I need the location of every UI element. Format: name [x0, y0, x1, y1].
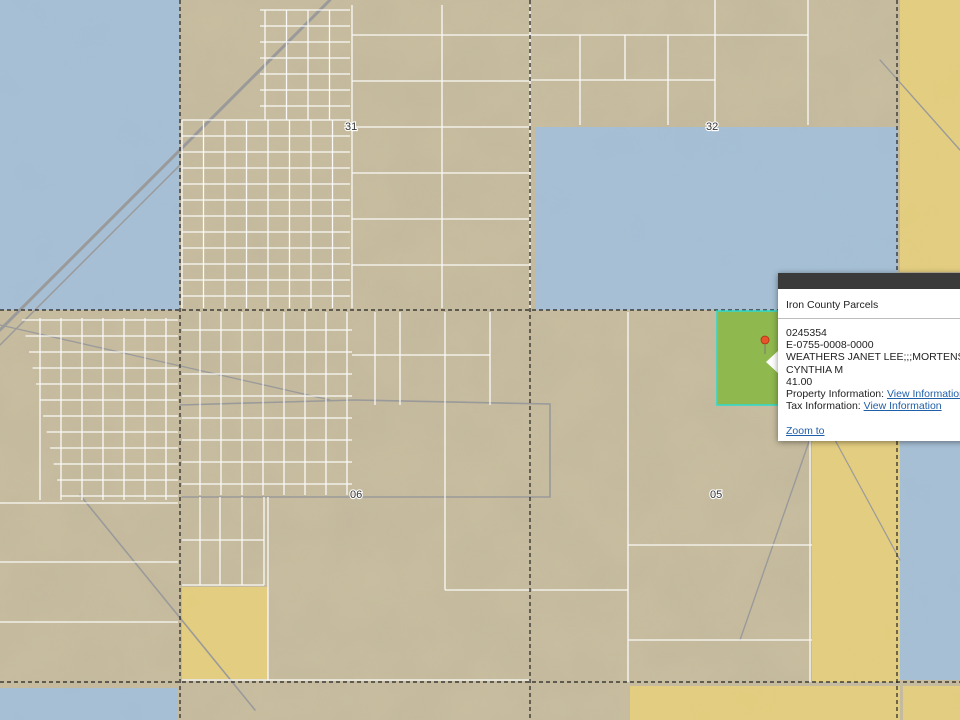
property-info-row: Property Information: View Information — [786, 388, 960, 400]
popup-header-bar — [778, 273, 960, 289]
section-label-06: 06 — [350, 489, 362, 501]
parcel-info-popup: Iron County Parcels 0245354 E-0755-0008-… — [778, 273, 960, 441]
tax-info-link[interactable]: View Information — [864, 400, 942, 412]
parcel-number: 0245354 — [786, 327, 827, 339]
owner-name-line2: CYNTHIA M — [786, 363, 844, 376]
popup-body: 0245354 E-0755-0008-0000 WEATHERS JANET … — [778, 319, 960, 412]
account-number: E-0755-0008-0000 — [786, 339, 874, 352]
parcel-acres: 41.00 — [786, 375, 813, 388]
property-info-link[interactable]: View Information — [887, 388, 960, 400]
zoom-to-link[interactable]: Zoom to — [786, 425, 825, 437]
section-label-31: 31 — [345, 121, 357, 133]
owner-name-line1: WEATHERS JANET LEE;;;MORTENSEN — [786, 351, 960, 364]
section-label-05: 05 — [710, 489, 722, 501]
property-info-label: Property Information: — [786, 388, 885, 401]
tax-info-label: Tax Information: — [786, 400, 861, 413]
section-label-32: 32 — [706, 121, 718, 133]
popup-title: Iron County Parcels — [778, 289, 960, 319]
tax-info-row: Tax Information: View Information — [786, 400, 960, 412]
